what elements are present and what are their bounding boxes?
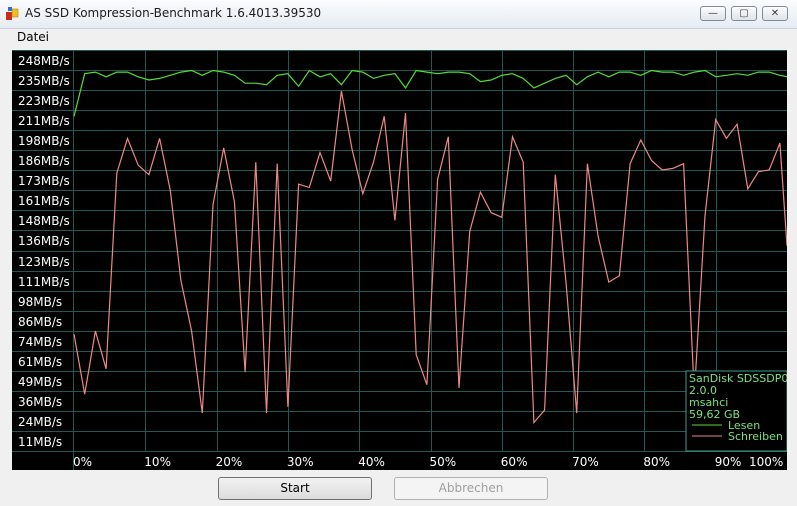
benchmark-chart: 248MB/s 235MB/s 223MB/s 211MB/s 198MB/s 186MB… xyxy=(12,50,795,470)
y-tick-label: 223MB/s xyxy=(18,94,70,108)
x-tick-label: 20% xyxy=(216,455,243,469)
y-tick-label: 148MB/s xyxy=(18,214,70,228)
x-tick-label: 80% xyxy=(643,455,670,469)
x-tick-label: 0% xyxy=(73,455,92,469)
y-tick-label: 173MB/s xyxy=(18,174,70,188)
x-tick-label: 40% xyxy=(358,455,385,469)
legend-write-label: Schreiben xyxy=(728,430,783,443)
x-tick-label: 30% xyxy=(287,455,314,469)
y-tick-label: 86MB/s xyxy=(18,315,62,329)
write-series-line xyxy=(73,90,788,425)
app-icon xyxy=(6,7,19,20)
read-series-line xyxy=(73,69,788,117)
x-tick-label: 70% xyxy=(572,455,599,469)
title-bar: AS SSD Kompression-Benchmark 1.6.4013.39… xyxy=(0,0,797,29)
x-tick-label: 60% xyxy=(501,455,528,469)
y-tick-label: 211MB/s xyxy=(18,114,70,128)
y-tick-label: 61MB/s xyxy=(18,355,62,369)
cancel-button[interactable]: Abbrechen xyxy=(394,477,548,500)
y-tick-label: 74MB/s xyxy=(18,335,62,349)
y-tick-label: 98MB/s xyxy=(18,295,62,309)
minimize-icon: — xyxy=(708,8,718,19)
y-tick-label: 111MB/s xyxy=(18,275,70,289)
info-legend-box: SanDisk SDSSDP06 2.0.0 msahci 59,62 GB L… xyxy=(685,370,795,452)
y-tick-label: 123MB/s xyxy=(18,255,70,269)
y-tick-label: 248MB/s xyxy=(18,54,70,68)
chart-canvas: 248MB/s 235MB/s 223MB/s 211MB/s 198MB/s 186MB… xyxy=(12,50,795,470)
x-tick-label: 100% xyxy=(749,455,783,469)
menu-file[interactable]: Datei xyxy=(17,30,49,44)
menu-bar: Datei xyxy=(0,28,797,48)
minimize-button[interactable]: — xyxy=(700,6,726,21)
maximize-icon: ▢ xyxy=(739,8,749,19)
start-button[interactable]: Start xyxy=(218,477,372,500)
x-tick-label: 10% xyxy=(144,455,171,469)
x-tick-label: 50% xyxy=(430,455,457,469)
maximize-button[interactable]: ▢ xyxy=(731,6,757,21)
y-tick-label: 49MB/s xyxy=(18,375,62,389)
close-icon: ✕ xyxy=(770,8,780,19)
x-tick-label: 90% xyxy=(715,455,742,469)
y-tick-label: 198MB/s xyxy=(18,134,70,148)
window-title: AS SSD Kompression-Benchmark 1.6.4013.39… xyxy=(25,6,322,20)
close-button[interactable]: ✕ xyxy=(762,6,788,21)
y-tick-label: 186MB/s xyxy=(18,154,70,168)
y-tick-label: 11MB/s xyxy=(18,435,62,449)
y-tick-label: 161MB/s xyxy=(18,194,70,208)
y-tick-label: 136MB/s xyxy=(18,234,70,248)
y-tick-label: 24MB/s xyxy=(18,415,62,429)
y-tick-label: 235MB/s xyxy=(18,74,70,88)
y-tick-label: 36MB/s xyxy=(18,395,62,409)
